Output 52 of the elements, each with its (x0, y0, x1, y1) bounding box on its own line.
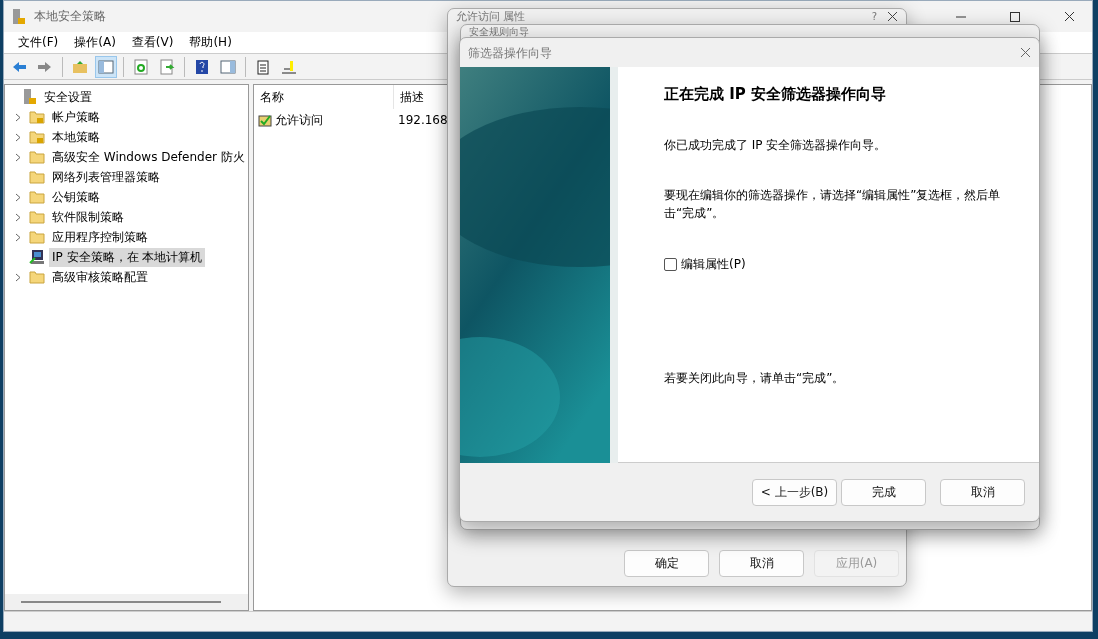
close-icon[interactable] (1063, 11, 1075, 22)
app-icon (12, 8, 26, 25)
menu-item[interactable]: 帮助(H) (181, 34, 240, 51)
edit-properties-checkbox[interactable]: 编辑属性(P) (664, 256, 1039, 273)
dialog-button[interactable]: 确定 (624, 550, 709, 577)
locked-folder-icon (29, 130, 45, 144)
folder-icon (29, 270, 45, 284)
filter-action-icon (258, 113, 272, 127)
tree-item[interactable]: 帐户策略 (49, 107, 103, 127)
scrollbar[interactable] (5, 594, 248, 610)
tree-item[interactable]: 本地策略 (49, 127, 103, 147)
maximize-icon[interactable] (1010, 11, 1020, 22)
security-settings-icon (23, 89, 37, 105)
column-header[interactable]: 名称 (254, 85, 394, 109)
folder-icon (29, 230, 45, 244)
tree-item[interactable]: IP 安全策略，在 本地计算机 (49, 247, 206, 267)
tree-item[interactable]: 应用程序控制策略 (49, 227, 151, 247)
table-cell-text: 192.168 (397, 113, 449, 127)
menu-item[interactable]: 文件(F) (10, 34, 67, 51)
dialog-button[interactable]: 取消 (719, 550, 804, 577)
tree-item[interactable]: 安全设置 (41, 87, 95, 107)
tree-item[interactable]: 网络列表管理器策略 (49, 167, 163, 187)
close-icon[interactable] (887, 11, 898, 22)
paragraph: 你已成功完成了 IP 安全筛选器操作向导。 (664, 137, 888, 154)
wizard-button[interactable]: 完成 (841, 478, 926, 506)
minimize-icon[interactable] (956, 15, 966, 18)
menu-item[interactable]: 查看(V) (123, 34, 182, 51)
wizard-button[interactable]: 取消 (940, 478, 1025, 506)
computer-icon (29, 249, 45, 265)
tree-item[interactable]: 公钥策略 (49, 187, 103, 207)
tree-item[interactable]: 高级安全 Windows Defender 防火 (49, 147, 248, 167)
dialog-title: 筛选器操作向导 (468, 46, 552, 59)
wizard-heading: 正在完成 IP 安全筛选器操作向导 (664, 85, 888, 104)
help-button[interactable]: ? (871, 11, 877, 22)
expand-icon[interactable] (15, 272, 21, 282)
folder-icon (29, 210, 45, 224)
menu-item[interactable]: 操作(A) (66, 34, 124, 51)
folder-icon (29, 170, 45, 184)
dialog-title: 允许访问 属性 (456, 11, 526, 22)
wizard-button[interactable]: < 上一步(B) (752, 478, 837, 506)
list-item[interactable]: 允许访问 (254, 111, 394, 129)
folder-icon (29, 190, 45, 204)
window-title: 本地安全策略 (34, 8, 106, 25)
tree-item[interactable]: 软件限制策略 (49, 207, 127, 227)
dialog-title: 安全规则向导 (469, 27, 529, 37)
paragraph: 若要关闭此向导，请单击“完成”。 (664, 370, 846, 387)
tree-pane-icon[interactable] (95, 55, 117, 78)
tree-item[interactable]: 高级审核策略配置 (49, 267, 151, 287)
locked-folder-icon (29, 110, 45, 124)
paragraph: 要现在编辑你的筛选器操作，请选择“编辑属性”复选框，然后单击“完成”。 (664, 187, 1002, 222)
folder-icon (29, 150, 45, 164)
close-icon[interactable] (1020, 47, 1031, 58)
